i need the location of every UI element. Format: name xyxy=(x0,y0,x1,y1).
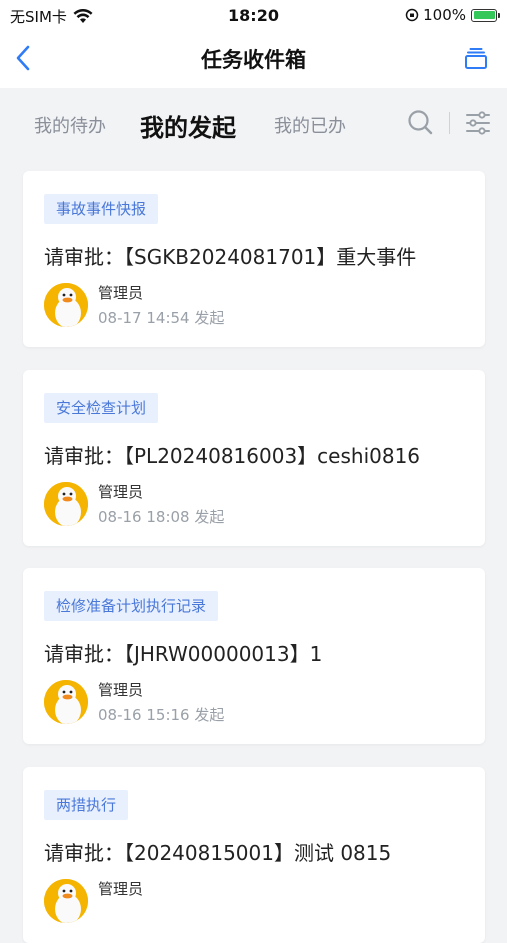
task-type-tag: 安全检查计划 xyxy=(44,393,159,423)
task-time: 08-16 18:08 发起 xyxy=(98,508,225,526)
user-avatar xyxy=(44,680,88,724)
tab-initiated[interactable]: 我的发起 xyxy=(140,108,236,143)
task-title: 请审批：【JHRW00000013】1 xyxy=(44,642,323,666)
nav-bar: 任务收件箱 xyxy=(0,30,507,88)
task-card[interactable]: 两措执行 请审批：【20240815001】测试 0815 管理员 xyxy=(23,767,485,943)
battery-charging-icon xyxy=(471,8,500,22)
tab-divider xyxy=(449,112,450,134)
task-card[interactable]: 事故事件快报 请审批：【SGKB2024081701】重大事件 管理员 08-1… xyxy=(23,171,485,347)
task-user: 管理员 xyxy=(98,880,144,898)
duck-avatar-icon xyxy=(44,680,88,724)
task-time: 08-16 15:16 发起 xyxy=(98,706,225,724)
tab-done[interactable]: 我的已办 xyxy=(274,112,346,138)
user-avatar xyxy=(44,879,88,923)
tab-bar: 我的待办 我的发起 我的已办 xyxy=(0,88,507,160)
task-type-tag: 检修准备计划执行记录 xyxy=(44,591,219,621)
task-title: 请审批：【20240815001】测试 0815 xyxy=(44,841,392,865)
battery-percent: 100% xyxy=(423,6,466,24)
task-card[interactable]: 安全检查计划 请审批：【PL20240816003】ceshi0816 管理员 … xyxy=(23,370,485,546)
task-card[interactable]: 检修准备计划执行记录 请审批：【JHRW00000013】1 管理员 08-16… xyxy=(23,568,485,744)
user-avatar xyxy=(44,283,88,327)
duck-avatar-icon xyxy=(44,482,88,526)
task-title: 请审批：【PL20240816003】ceshi0816 xyxy=(44,444,421,468)
search-icon[interactable] xyxy=(406,108,434,136)
user-avatar xyxy=(44,482,88,526)
task-type-tag: 事故事件快报 xyxy=(44,194,159,224)
task-user: 管理员 xyxy=(98,681,144,699)
page-title: 任务收件箱 xyxy=(201,48,306,72)
status-right: 100% xyxy=(405,6,500,24)
filter-icon[interactable] xyxy=(464,109,492,137)
task-user: 管理员 xyxy=(98,483,144,501)
task-type-tag: 两措执行 xyxy=(44,790,129,820)
tab-todo[interactable]: 我的待办 xyxy=(34,112,106,138)
task-user: 管理员 xyxy=(98,284,144,302)
task-title: 请审批：【SGKB2024081701】重大事件 xyxy=(44,245,417,269)
orientation-lock-icon xyxy=(405,8,419,22)
task-time: 08-17 14:54 发起 xyxy=(98,309,225,327)
stack-icon[interactable] xyxy=(463,46,489,72)
status-bar: 无SIM卡 18:20 100% xyxy=(0,0,507,30)
duck-avatar-icon xyxy=(44,879,88,923)
duck-avatar-icon xyxy=(44,283,88,327)
